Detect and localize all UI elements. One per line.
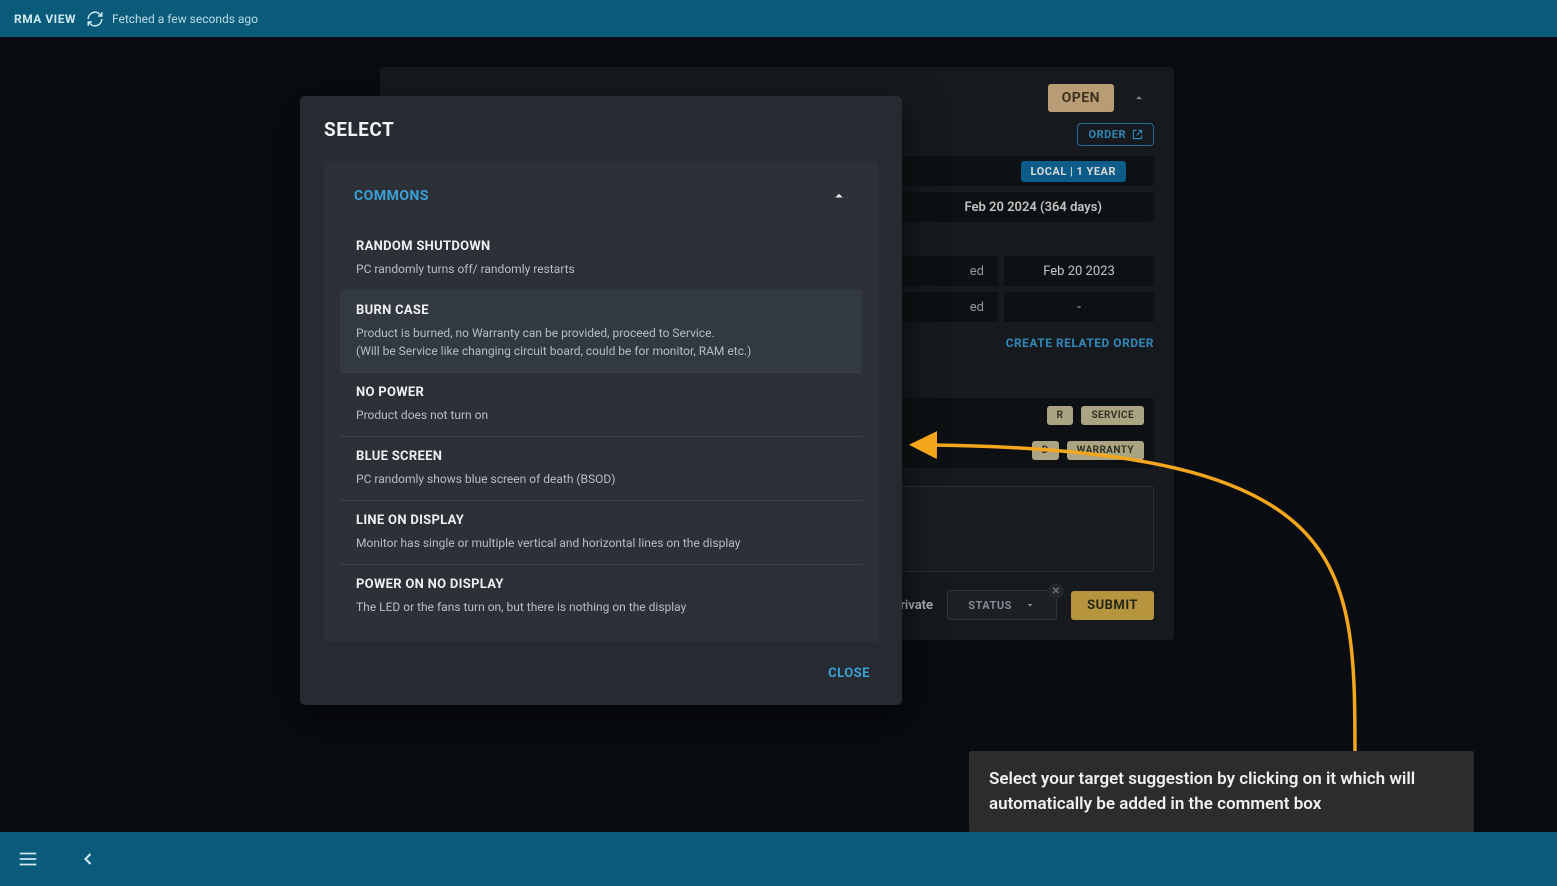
- suggestion-item-line-on-display[interactable]: LINE ON DISPLAY Monitor has single or mu…: [340, 500, 862, 564]
- chevron-up-icon: [830, 187, 848, 205]
- suggestion-item-blue-screen[interactable]: BLUE SCREEN PC randomly shows blue scree…: [340, 436, 862, 500]
- accordion-list: RANDOM SHUTDOWN PC randomly turns off/ r…: [340, 227, 862, 636]
- accordion-header[interactable]: COMMONS: [340, 181, 862, 227]
- suggestion-item-power-on-no-display[interactable]: POWER ON NO DISPLAY The LED or the fans …: [340, 564, 862, 628]
- fetched-label: Fetched a few seconds ago: [112, 12, 258, 26]
- item-title: POWER ON NO DISPLAY: [356, 577, 846, 592]
- top-bar: RMA VIEW Fetched a few seconds ago: [0, 0, 1557, 37]
- item-title: NO POWER: [356, 385, 846, 400]
- item-title: LINE ON DISPLAY: [356, 513, 846, 528]
- refresh-icon[interactable]: [86, 10, 104, 28]
- select-modal: SELECT COMMONS RANDOM SHUTDOWN PC random…: [300, 96, 902, 705]
- page-title: RMA VIEW: [14, 12, 76, 26]
- item-desc: PC randomly shows blue screen of death (…: [356, 470, 846, 488]
- suggestion-item-no-power[interactable]: NO POWER Product does not turn on: [340, 372, 862, 436]
- item-desc: Product does not turn on: [356, 406, 846, 424]
- item-desc: PC randomly turns off/ randomly restarts: [356, 260, 846, 278]
- item-desc: Monitor has single or multiple vertical …: [356, 534, 846, 552]
- close-button[interactable]: CLOSE: [820, 660, 878, 687]
- item-desc: The LED or the fans turn on, but there i…: [356, 598, 846, 616]
- back-icon[interactable]: [70, 841, 106, 877]
- accordion-title: COMMONS: [354, 188, 429, 204]
- suggestion-item-burn-case[interactable]: BURN CASE Product is burned, no Warranty…: [340, 290, 862, 372]
- modal-title: SELECT: [324, 118, 878, 141]
- menu-icon[interactable]: [10, 841, 46, 877]
- suggestion-item-random-shutdown[interactable]: RANDOM SHUTDOWN PC randomly turns off/ r…: [340, 227, 862, 290]
- item-title: RANDOM SHUTDOWN: [356, 239, 846, 254]
- item-title: BURN CASE: [356, 303, 846, 318]
- instruction-tooltip: Select your target suggestion by clickin…: [969, 751, 1474, 832]
- item-desc: Product is burned, no Warranty can be pr…: [356, 324, 846, 360]
- bottom-bar: [0, 832, 1557, 886]
- item-title: BLUE SCREEN: [356, 449, 846, 464]
- modal-panel: COMMONS RANDOM SHUTDOWN PC randomly turn…: [324, 161, 878, 642]
